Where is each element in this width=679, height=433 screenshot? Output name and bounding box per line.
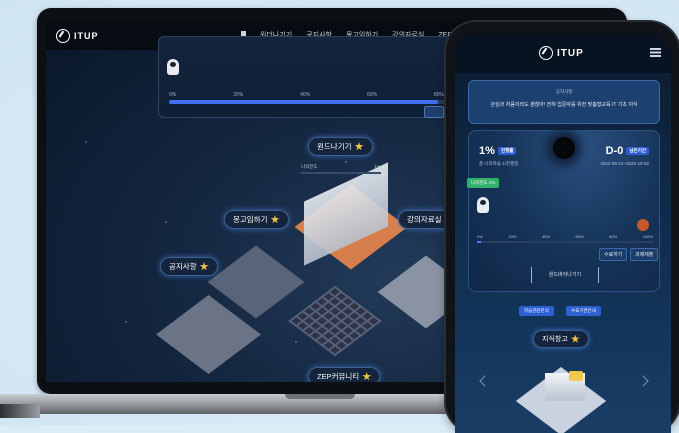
tick-label: 20%: [508, 234, 517, 239]
tick-label: 80%: [609, 234, 618, 239]
dday-value: D-0: [605, 145, 624, 157]
phone-progress-fill: [477, 241, 481, 243]
knowledge-title-text: 지식창고: [542, 336, 568, 343]
progress-fill: [169, 100, 438, 104]
menu-icon[interactable]: [650, 48, 661, 57]
small-button[interactable]: [424, 106, 444, 118]
tick-label: 60%: [367, 92, 378, 98]
tick-label: 100%: [642, 234, 653, 239]
room-label-center[interactable]: 원드나기기: [308, 137, 373, 156]
tick-label: 40%: [541, 234, 550, 239]
room-label-bottom[interactable]: ZEP커뮤니티: [308, 367, 381, 382]
center-progress: 나의진도 1%: [301, 164, 381, 170]
star-icon: [199, 262, 209, 271]
progress-badge: 진행률: [497, 147, 517, 156]
chevron-left-icon[interactable]: [479, 375, 491, 387]
star-icon: [570, 334, 580, 343]
dday-sub: 2022-08-12~2022-10-02: [600, 161, 649, 166]
star-icon: [354, 142, 364, 151]
laptop-notch: [285, 394, 355, 399]
complete-button[interactable]: 수료하기: [599, 248, 628, 261]
room-label-text: 공지사항: [169, 262, 197, 271]
tick-label: 60%: [575, 234, 584, 239]
phone-logo[interactable]: ITUP: [539, 46, 584, 60]
progress-percent-row: 1% 진행률: [479, 145, 517, 157]
phone-header: ITUP: [455, 33, 671, 73]
progress-track: [169, 100, 449, 104]
room-label-text: 몽고임하기: [233, 215, 268, 224]
star-icon: [270, 215, 280, 224]
room-label-left-lower[interactable]: 공지사항: [160, 257, 218, 276]
astronaut-icon: [477, 197, 489, 213]
room-label-text: 강의자료실: [407, 215, 442, 224]
center-progress-label: 나의진도: [301, 164, 318, 169]
dday-row: D-0 남은기간: [606, 145, 649, 157]
tick-label: 0%: [169, 92, 177, 98]
astronaut-icon: [167, 59, 179, 75]
phone-ticks: 0% 20% 40% 60% 80% 100%: [477, 234, 653, 239]
room-link[interactable]: 원드바이나기기: [531, 267, 599, 283]
rocket-logo-icon: [539, 46, 553, 60]
institution-button[interactable]: 수료기관안내: [566, 306, 601, 316]
dday-badge: 남은기간: [626, 147, 649, 156]
treasure-icon: [569, 371, 583, 381]
tick-label: 80%: [433, 92, 444, 98]
logo-text: ITUP: [74, 31, 99, 41]
tick-label: 40%: [300, 92, 311, 98]
black-hole-graphic: [553, 137, 575, 159]
my-progress-tag: 나의진도 1%: [467, 178, 500, 188]
logo-text: ITUP: [557, 47, 584, 59]
notice-text: 관심과 처음이라도 괜찮아! 전혀 입문자를 위한 맞춤형교육 IT 기초 지식: [490, 102, 638, 108]
phone-screen: ITUP 공지사항 관심과 처음이라도 괜찮아! 전혀 입문자를 위한 맞춤형교…: [455, 33, 671, 433]
phone-progress-track: [477, 241, 653, 243]
tick-label: 0%: [477, 234, 483, 239]
planet-icon: [637, 219, 649, 231]
star-icon: [362, 372, 372, 381]
progress-panel: 0% 20% 40% 60% 80%: [158, 36, 460, 118]
progress-ticks: 0% 20% 40% 60% 80%: [169, 92, 444, 98]
knowledge-title[interactable]: 지식창고: [533, 330, 589, 348]
room-label-text: 원드나기기: [317, 142, 352, 151]
room-label-text: ZEP커뮤니티: [317, 372, 360, 381]
center-progress-value: 1%: [374, 164, 381, 169]
progress-percent: 1%: [479, 145, 495, 157]
center-progress-track: [301, 172, 381, 174]
laptop-edge: [0, 404, 40, 418]
room-label-left-upper[interactable]: 몽고임하기: [224, 210, 289, 229]
progress-sub: 총 나의학습 1/진행중: [479, 161, 519, 166]
laptop-logo[interactable]: ITUP: [56, 29, 99, 43]
tick-label: 20%: [233, 92, 244, 98]
assignment-button[interactable]: 과제제출: [630, 248, 659, 261]
notice-label: 공지사항: [555, 89, 573, 94]
notice-box: 공지사항 관심과 처음이라도 괜찮아! 전혀 입문자를 위한 맞춤형교육 IT …: [468, 80, 660, 124]
rocket-logo-icon: [56, 29, 70, 43]
chevron-right-icon[interactable]: [637, 375, 649, 387]
progress-card: 1% 진행률 총 나의학습 1/진행중 D-0 남은기간 2022-08-12~…: [467, 130, 660, 292]
inquiry-button[interactable]: 학습관련문의: [519, 306, 554, 316]
